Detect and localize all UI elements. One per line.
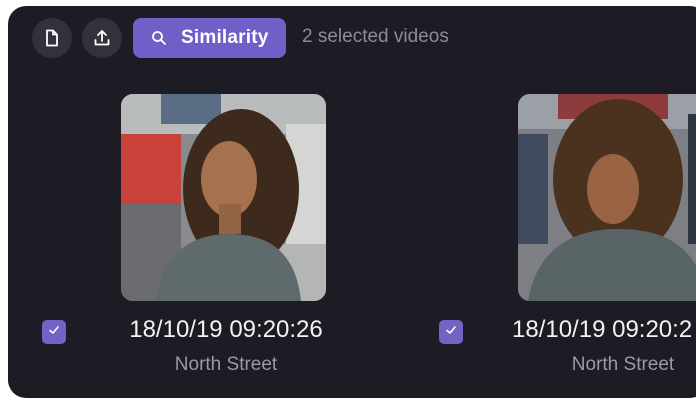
similarity-label: Similarity <box>181 27 269 48</box>
video-thumbnail[interactable] <box>121 94 326 301</box>
results-panel: Similarity 2 selected videos 18/10/19 09… <box>8 6 696 398</box>
checkmark-icon <box>445 323 457 341</box>
upload-button[interactable] <box>82 18 122 58</box>
document-icon <box>42 28 62 48</box>
video-timestamp: 18/10/19 09:20:26 <box>129 316 323 343</box>
new-document-button[interactable] <box>32 18 72 58</box>
select-checkbox[interactable] <box>439 320 463 344</box>
video-thumbnail[interactable] <box>518 94 696 301</box>
search-icon <box>151 30 167 46</box>
video-location: North Street <box>174 354 278 375</box>
video-location: North Street <box>571 354 675 375</box>
select-checkbox[interactable] <box>42 320 66 344</box>
toolbar: Similarity 2 selected videos <box>8 6 696 70</box>
checkmark-icon <box>48 323 60 341</box>
video-timestamp: 18/10/19 09:20:2 <box>512 316 693 343</box>
selected-count: 2 selected videos <box>302 26 449 47</box>
upload-icon <box>92 28 112 48</box>
similarity-button[interactable]: Similarity <box>133 18 286 58</box>
